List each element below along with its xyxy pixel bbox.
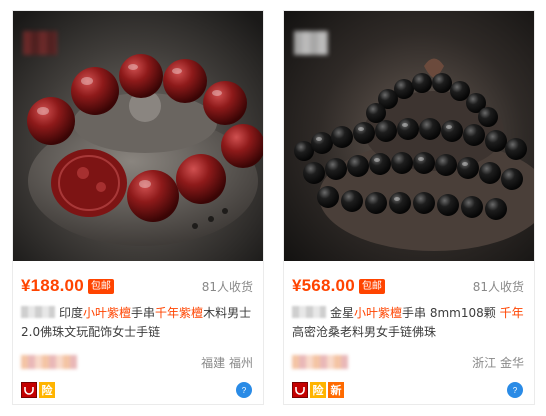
new-icon[interactable]: 新: [328, 382, 344, 398]
svg-text:?: ?: [513, 386, 518, 395]
tmall-icon[interactable]: [21, 382, 37, 398]
product-image[interactable]: [13, 11, 263, 261]
product-title[interactable]: 金星小叶紫檀手串 8mm108颗 千年高密沧桑老料男女手链佛珠: [292, 304, 524, 344]
sold-count: 81人收货: [472, 279, 524, 294]
free-shipping-badge: 包邮: [87, 278, 114, 294]
location: 福建 福州: [201, 355, 253, 370]
product-title[interactable]: 印度小叶紫檀手串千年紫檀木料男士2.0佛珠文玩配饰女士手链: [21, 304, 253, 344]
product-card[interactable]: ¥188.00 包邮 81人收货 印度小叶紫檀手串千年紫檀木料男士2.0佛珠文玩…: [12, 10, 264, 405]
insurance-icon[interactable]: 险: [310, 382, 326, 398]
watermark-logo: [294, 31, 328, 55]
watermark-logo: [23, 31, 57, 55]
price: ¥188.00: [21, 276, 84, 295]
svg-text:?: ?: [242, 386, 247, 395]
insurance-icon[interactable]: 险: [39, 382, 55, 398]
free-shipping-badge: 包邮: [358, 278, 385, 294]
price: ¥568.00: [292, 276, 355, 295]
tmall-icon[interactable]: [292, 382, 308, 398]
wangwang-chat-icon[interactable]: ?: [506, 381, 524, 399]
blurred-brand: [292, 306, 326, 318]
shop-name-link[interactable]: [21, 355, 77, 369]
product-card[interactable]: ¥568.00 包邮 81人收货 金星小叶紫檀手串 8mm108颗 千年高密沧桑…: [283, 10, 535, 405]
shop-name-link[interactable]: [292, 355, 348, 369]
location: 浙江 金华: [472, 355, 524, 370]
product-image[interactable]: [284, 11, 534, 261]
wangwang-chat-icon[interactable]: ?: [235, 381, 253, 399]
blurred-brand: [21, 306, 55, 318]
sold-count: 81人收货: [201, 279, 253, 294]
